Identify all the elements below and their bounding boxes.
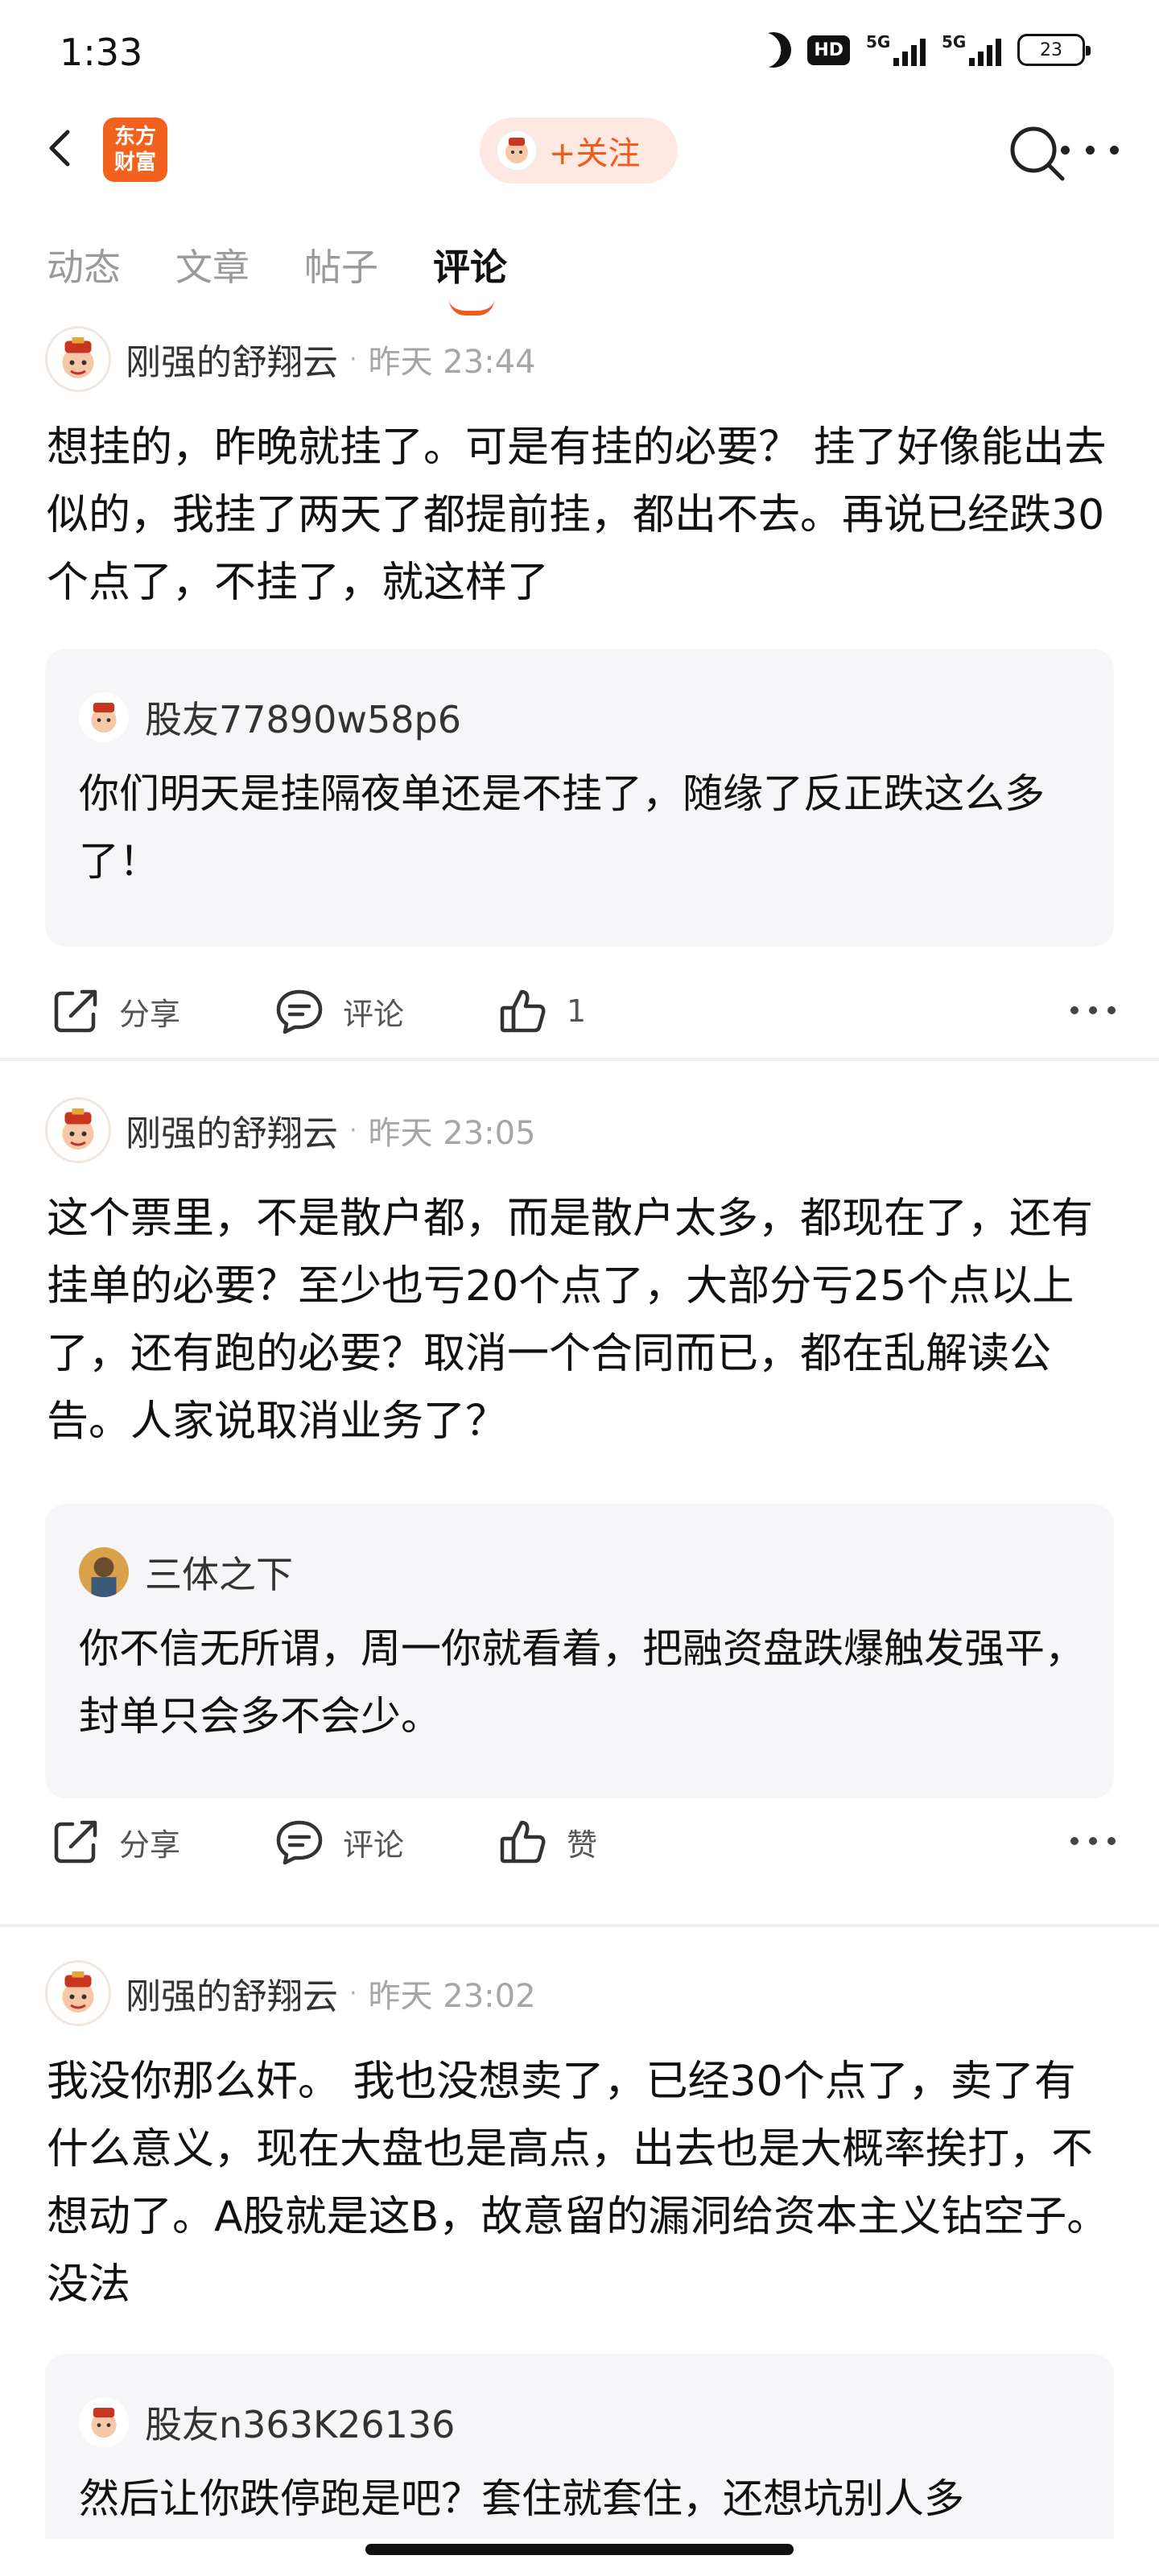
back-arrow-icon[interactable] [42,129,80,167]
comment-text[interactable]: 我没你那么奸。 我也没想卖了，已经30个点了，卖了有什么意义，现在大盘也是高点，… [47,2048,1117,2318]
more-icon[interactable] [1070,1837,1116,1845]
signal-icon-2: 5G [942,32,1001,66]
tab-dynamics[interactable]: 动态 [47,238,121,291]
comment-button[interactable]: 评论 [274,979,404,1043]
reply-author[interactable]: 三体之下 [145,1546,293,1599]
hd-icon: HD [807,35,850,65]
reply-text: 你不信无所谓，周一你就看着，把融资盘跌爆触发强平，封单只会多不会少。 [79,1625,1085,1740]
post-header: 刚强的舒翔云 · 昨天 23:44 [45,325,536,393]
more-options-icon[interactable] [1061,134,1119,166]
like-button[interactable]: 1 [497,979,586,1043]
user-avatar-icon [496,130,538,171]
comment-card: 刚强的舒翔云 · 昨天 23:02 我没你那么奸。 我也没想卖了，已经30个点了… [0,1959,1159,2539]
share-icon [54,1820,97,1864]
signal-icon: 5G [866,32,926,66]
like-label: 赞 [567,1827,598,1863]
comment-text[interactable]: 想挂的，昨晚就挂了。可是有挂的必要？ 挂了好像能出去似的，我挂了两天了都提前挂，… [47,414,1117,617]
post-header: 刚强的舒翔云 · 昨天 23:05 [45,1096,536,1164]
battery-level: 23 [1040,39,1062,60]
comment-card: 刚强的舒翔云 · 昨天 23:44 想挂的，昨晚就挂了。可是有挂的必要？ 挂了好… [0,325,1159,1066]
like-button[interactable]: 赞 [497,1810,597,1874]
comment-icon [276,989,323,1034]
follow-label: +关注 [549,135,641,172]
avatar [79,2397,129,2447]
comment-card: 刚强的舒翔云 · 昨天 23:05 这个票里，不是散户都，而是散户太多，都现在了… [0,1096,1159,1885]
tab-articles[interactable]: 文章 [175,238,250,291]
divider [0,1924,1159,1927]
quoted-comment[interactable]: 股友77890w58p6 你们明天是挂隔夜单还是不挂了，随缘了反正跌这么多了！ [45,649,1114,947]
divider [0,1058,1159,1061]
post-time: 昨天 23:05 [368,1115,536,1152]
post-header: 刚强的舒翔云 · 昨天 23:02 [45,1959,536,2027]
thumbs-up-icon [500,989,546,1033]
share-button[interactable]: 分享 [50,979,180,1043]
top-nav: 东方 财富 +关注 [0,100,1159,198]
share-button[interactable]: 分享 [50,1810,180,1874]
avatar[interactable] [45,326,111,392]
quoted-comment[interactable]: 股友n363K26136 然后让你跌停跑是吧？套住就套住，还想坑别人多 [45,2354,1114,2539]
quoted-comment[interactable]: 三体之下 你不信无所谓，周一你就看着，把融资盘跌爆触发强平，封单只会多不会少。 [45,1504,1114,1798]
post-time: 昨天 23:02 [368,1978,536,2015]
thumbs-up-icon [500,1820,546,1864]
reply-author[interactable]: 股友77890w58p6 [145,691,461,744]
status-time: 1:33 [60,31,143,74]
reply-text: 你们明天是挂隔夜单还是不挂了，随缘了反正跌这么多了！ [79,770,1045,885]
comment-text[interactable]: 这个票里，不是散户都，而是散户太多，都现在了，还有挂单的必要？至少也亏20个点了… [47,1185,1117,1455]
reply-author[interactable]: 股友n363K26136 [145,2396,455,2449]
app-logo: 东方 财富 [103,118,167,182]
battery-icon: 23 [1017,34,1091,66]
author-name[interactable]: 刚强的舒翔云 [126,1967,338,2019]
home-indicator[interactable] [365,2544,794,2555]
more-icon[interactable] [1070,1006,1116,1014]
author-name[interactable]: 刚强的舒翔云 [126,1104,338,1156]
do-not-disturb-icon [751,27,796,72]
share-icon [54,989,97,1033]
like-count: 1 [567,993,587,1029]
action-bar: 分享 评论 1 [45,979,1116,1043]
tab-posts[interactable]: 帖子 [304,238,378,291]
status-bar: 1:33 HD 5G 5G 23 [0,0,1159,100]
tab-comments[interactable]: 评论 [433,238,507,316]
reply-text: 然后让你跌停跑是吧？套住就套住，还想坑别人多 [79,2475,964,2522]
author-name[interactable]: 刚强的舒翔云 [126,333,338,385]
search-icon[interactable] [1004,121,1069,185]
post-time: 昨天 23:44 [368,344,536,381]
action-bar: 分享 评论 赞 [45,1810,1116,1874]
follow-button[interactable]: +关注 [480,118,678,184]
status-icons: HD 5G 5G 23 [756,32,1091,68]
avatar[interactable] [45,1097,111,1163]
comment-icon [276,1820,323,1865]
avatar [79,1547,129,1597]
profile-tabs: 动态 文章 帖子 评论 [47,238,507,316]
avatar[interactable] [45,1960,111,2026]
comment-button[interactable]: 评论 [274,1810,404,1874]
avatar [79,692,129,742]
